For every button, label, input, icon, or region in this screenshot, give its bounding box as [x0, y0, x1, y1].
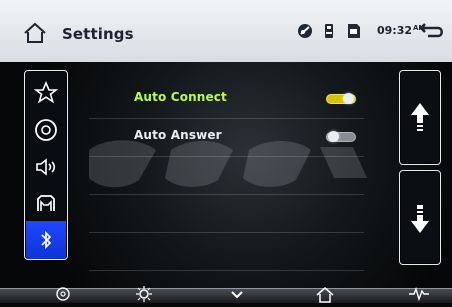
bottom-navigation: [0, 285, 452, 303]
home-icon[interactable]: [23, 22, 47, 44]
home-icon-svg: [24, 22, 46, 43]
empty-setting-row: [89, 194, 364, 233]
setting-label-auto-answer: Auto Answer: [134, 128, 222, 142]
brightness-icon-svg: [136, 286, 152, 302]
clock: 09:32AM: [377, 22, 425, 40]
back-arrow-icon: [419, 23, 443, 38]
favorites-button[interactable]: [26, 74, 66, 112]
empty-setting-row: [89, 156, 364, 195]
home-icon-svg: [316, 287, 334, 303]
page-title: Settings: [62, 25, 134, 43]
navigation-disc-icon: [298, 24, 312, 38]
auto-connect-toggle[interactable]: [326, 93, 356, 104]
bluetooth-button[interactable]: [26, 221, 66, 259]
settings-gear-icon[interactable]: [52, 285, 74, 303]
audio-button[interactable]: [26, 148, 66, 186]
back-button[interactable]: [419, 20, 447, 42]
scroll-down-button[interactable]: [399, 170, 441, 265]
empty-setting-row: [89, 232, 364, 271]
settings-content: Auto Connect Auto Answer: [0, 62, 452, 288]
star-icon: [34, 81, 58, 104]
chevron-down-icon-svg: [231, 291, 243, 299]
setting-row-auto-connect[interactable]: Auto Connect: [89, 80, 364, 119]
setting-label-auto-connect: Auto Connect: [134, 90, 227, 104]
chevron-down-icon[interactable]: [226, 285, 248, 303]
setting-row-auto-answer[interactable]: Auto Answer: [89, 118, 364, 157]
disc-icon: [35, 119, 57, 141]
car-settings-screen: Settings 09:32AM Auto Connect Auto Answe…: [0, 0, 452, 303]
bluetooth-icon: [41, 230, 52, 250]
arrow-up-icon: [411, 102, 429, 131]
speaker-icon: [36, 158, 56, 176]
usb-icon: [325, 24, 333, 38]
waveform-icon[interactable]: [408, 285, 430, 303]
settings-gear-icon-svg: [56, 287, 70, 301]
sd-card-icon: [348, 24, 360, 38]
status-icons: [296, 20, 366, 42]
time-text: 09:32: [377, 24, 413, 37]
bottom-home-icon[interactable]: [314, 285, 336, 303]
left-navigation: [24, 70, 68, 260]
toggle-knob: [328, 131, 339, 142]
disc-button[interactable]: [26, 111, 66, 149]
toggle-knob: [343, 93, 354, 104]
vehicle-button[interactable]: [26, 185, 66, 223]
auto-answer-toggle[interactable]: [326, 131, 356, 142]
header-bar: Settings 09:32AM: [0, 0, 452, 63]
arrow-down-icon: [411, 204, 429, 233]
brightness-icon[interactable]: [133, 285, 155, 303]
scroll-up-button[interactable]: [399, 70, 441, 165]
car-outline-icon: [37, 195, 55, 211]
waveform-icon-svg: [409, 286, 429, 302]
